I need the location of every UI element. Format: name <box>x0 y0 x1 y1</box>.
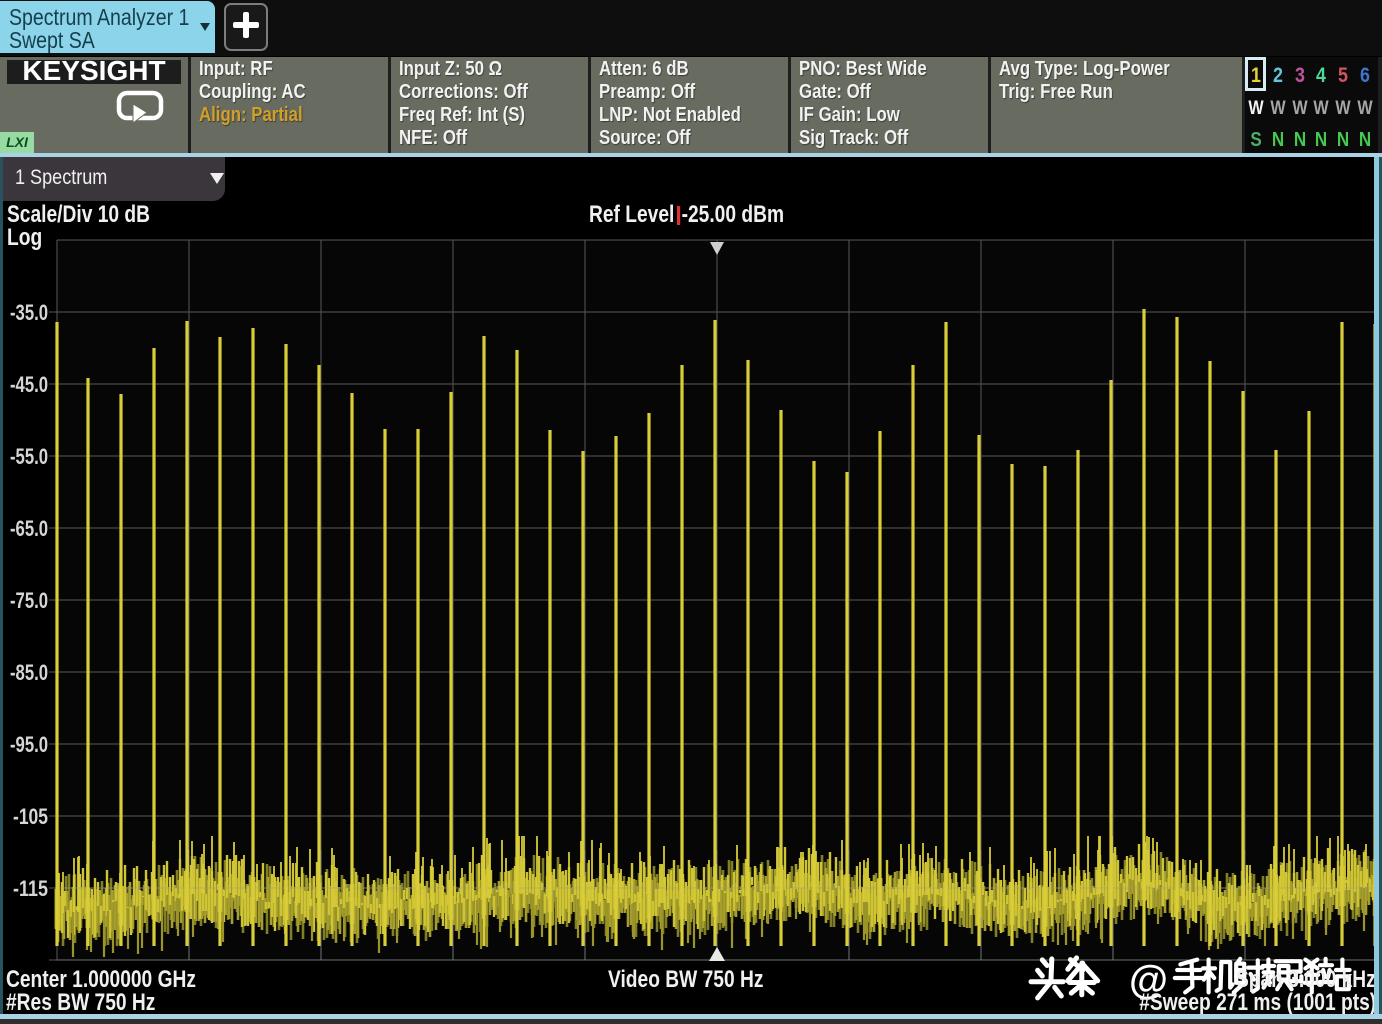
svg-text:-105: -105 <box>13 804 48 829</box>
svg-text:-95.0: -95.0 <box>10 732 48 757</box>
svg-text:-65.0: -65.0 <box>10 516 48 541</box>
svg-text:-75.0: -75.0 <box>10 588 48 613</box>
svg-text:-55.0: -55.0 <box>10 444 48 469</box>
svg-text:-85.0: -85.0 <box>10 660 48 685</box>
svg-text:-115: -115 <box>13 876 48 901</box>
svg-text:-45.0: -45.0 <box>10 372 48 397</box>
svg-text:-35.0: -35.0 <box>10 300 48 325</box>
